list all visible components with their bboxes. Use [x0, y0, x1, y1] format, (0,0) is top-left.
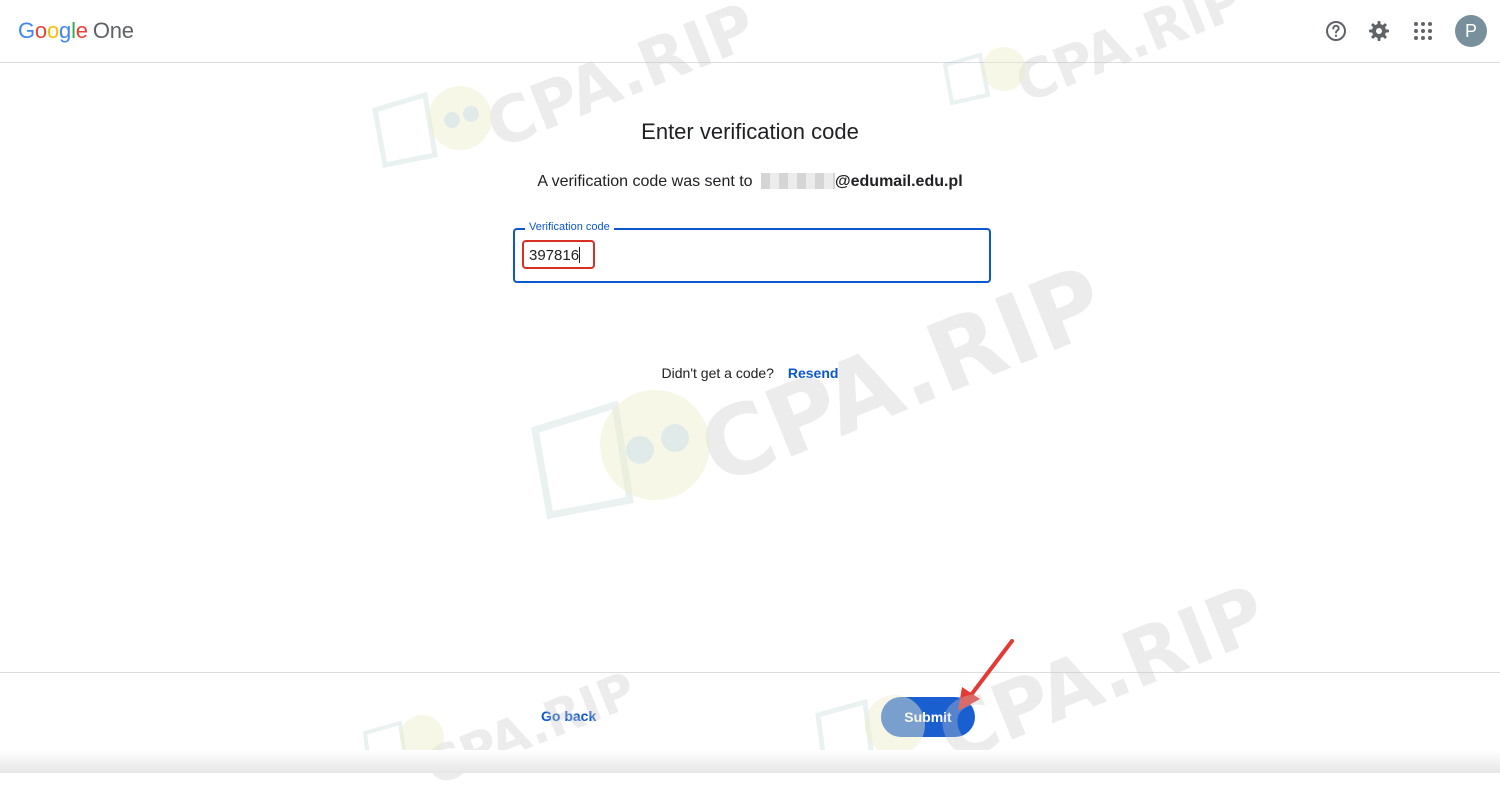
- recipient-email: @edumail.edu.pl: [835, 173, 963, 190]
- bottom-edge-shadow: [0, 750, 1500, 773]
- apps-grid-icon[interactable]: [1408, 16, 1438, 46]
- resend-link[interactable]: Resend: [788, 365, 839, 381]
- gear-icon[interactable]: [1364, 16, 1394, 46]
- footer-divider: [0, 672, 1500, 673]
- code-sent-prefix: A verification code was sent to: [537, 173, 753, 190]
- watermark-skull-icon: [531, 390, 710, 520]
- annotation-highlight-box: [522, 240, 595, 269]
- redacted-email-part: [761, 173, 836, 189]
- page-title: Enter verification code: [641, 119, 859, 144]
- account-avatar[interactable]: P: [1455, 15, 1487, 47]
- code-sent-message: A verification code was sent to @edumail…: [0, 173, 1500, 191]
- verification-code-label: Verification code: [525, 221, 614, 233]
- watermark-text: CPA.RIP: [417, 660, 644, 797]
- resend-row: Didn't get a code? Resend: [0, 365, 1500, 381]
- google-one-logo[interactable]: Google One: [18, 18, 134, 44]
- logo-google-text: Google: [18, 18, 88, 43]
- logo-product-text: One: [92, 18, 134, 43]
- go-back-button[interactable]: Go back: [541, 708, 596, 724]
- watermark-skull-icon: [372, 86, 492, 168]
- app-header: Google One P: [0, 0, 1500, 63]
- watermark-skull-icon: [942, 47, 1026, 105]
- help-icon[interactable]: [1321, 16, 1351, 46]
- annotation-arrow-icon: [958, 639, 1014, 711]
